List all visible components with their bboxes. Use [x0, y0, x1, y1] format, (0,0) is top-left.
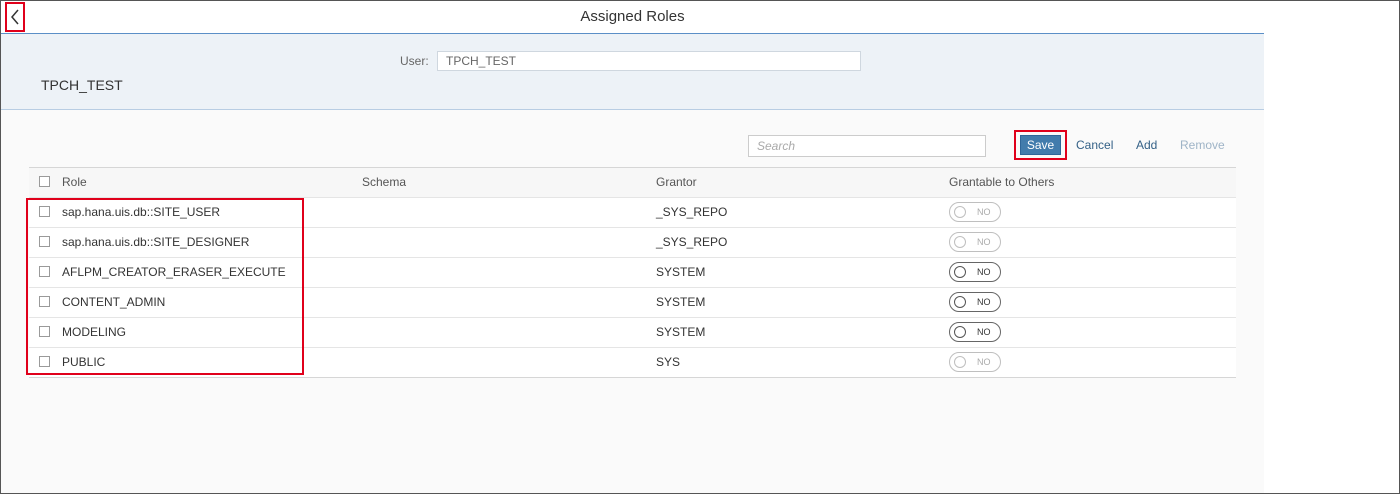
row-checkbox[interactable] [39, 326, 50, 337]
user-name-heading: TPCH_TEST [41, 77, 123, 93]
role-cell: CONTENT_ADMIN [62, 295, 166, 309]
toggle-knob [954, 206, 966, 218]
grantable-toggle[interactable]: NO [949, 322, 1001, 342]
grantor-cell: _SYS_REPO [656, 205, 728, 219]
grantable-toggle: NO [949, 202, 1001, 222]
row-checkbox[interactable] [39, 296, 50, 307]
grantor-cell: SYSTEM [656, 325, 706, 339]
table-row[interactable]: PUBLIC SYS NO [29, 348, 1236, 377]
table-row[interactable]: sap.hana.uis.db::SITE_DESIGNER _SYS_REPO… [29, 228, 1236, 258]
user-header: TPCH_TEST User: [1, 34, 1264, 110]
table-row[interactable]: MODELING SYSTEM NO [29, 318, 1236, 348]
table-row[interactable]: CONTENT_ADMIN SYSTEM NO [29, 288, 1236, 318]
column-header-role[interactable]: Role [62, 175, 87, 189]
roles-table: Role Schema Grantor Grantable to Others … [29, 167, 1236, 378]
table-row[interactable]: AFLPM_CREATOR_ERASER_EXECUTE SYSTEM NO [29, 258, 1236, 288]
toggle-label: NO [977, 237, 991, 247]
column-header-grantor[interactable]: Grantor [656, 175, 697, 189]
toggle-label: NO [977, 357, 991, 367]
save-button-highlight: Save [1014, 130, 1067, 160]
role-cell: AFLPM_CREATOR_ERASER_EXECUTE [62, 265, 286, 279]
grantor-cell: _SYS_REPO [656, 235, 728, 249]
role-cell: PUBLIC [62, 355, 106, 369]
grantor-cell: SYSTEM [656, 295, 706, 309]
toggle-knob [954, 356, 966, 368]
column-header-schema[interactable]: Schema [362, 175, 406, 189]
save-button[interactable]: Save [1020, 135, 1061, 155]
window-frame: Assigned Roles TPCH_TEST User: Save Canc… [0, 0, 1400, 494]
user-field-label: User: [400, 54, 429, 68]
toggle-knob [954, 326, 966, 338]
user-field[interactable] [437, 51, 861, 71]
row-checkbox[interactable] [39, 236, 50, 247]
toggle-knob [954, 266, 966, 278]
table-header-row: Role Schema Grantor Grantable to Others [29, 168, 1236, 198]
toggle-knob [954, 236, 966, 248]
search-input[interactable] [748, 135, 986, 157]
column-header-grantable[interactable]: Grantable to Others [949, 175, 1054, 189]
row-checkbox[interactable] [39, 206, 50, 217]
grantable-toggle: NO [949, 352, 1001, 372]
grantable-toggle[interactable]: NO [949, 262, 1001, 282]
row-checkbox[interactable] [39, 356, 50, 367]
app-panel: Assigned Roles TPCH_TEST User: Save Canc… [1, 1, 1264, 493]
cancel-button[interactable]: Cancel [1076, 138, 1113, 152]
toggle-label: NO [977, 207, 991, 217]
title-bar: Assigned Roles [1, 1, 1264, 34]
page-title: Assigned Roles [580, 8, 685, 25]
role-cell: sap.hana.uis.db::SITE_USER [62, 205, 221, 219]
toggle-label: NO [977, 327, 991, 337]
grantable-toggle[interactable]: NO [949, 292, 1001, 312]
toggle-label: NO [977, 267, 991, 277]
grantor-cell: SYSTEM [656, 265, 706, 279]
add-button[interactable]: Add [1136, 138, 1157, 152]
grantable-toggle: NO [949, 232, 1001, 252]
toggle-knob [954, 296, 966, 308]
remove-button[interactable]: Remove [1180, 138, 1225, 152]
role-cell: MODELING [62, 325, 127, 339]
grantor-cell: SYS [656, 355, 681, 369]
toggle-label: NO [977, 297, 991, 307]
table-row[interactable]: sap.hana.uis.db::SITE_USER _SYS_REPO NO [29, 198, 1236, 228]
role-cell: sap.hana.uis.db::SITE_DESIGNER [62, 235, 250, 249]
row-checkbox[interactable] [39, 266, 50, 277]
select-all-checkbox[interactable] [39, 176, 50, 187]
